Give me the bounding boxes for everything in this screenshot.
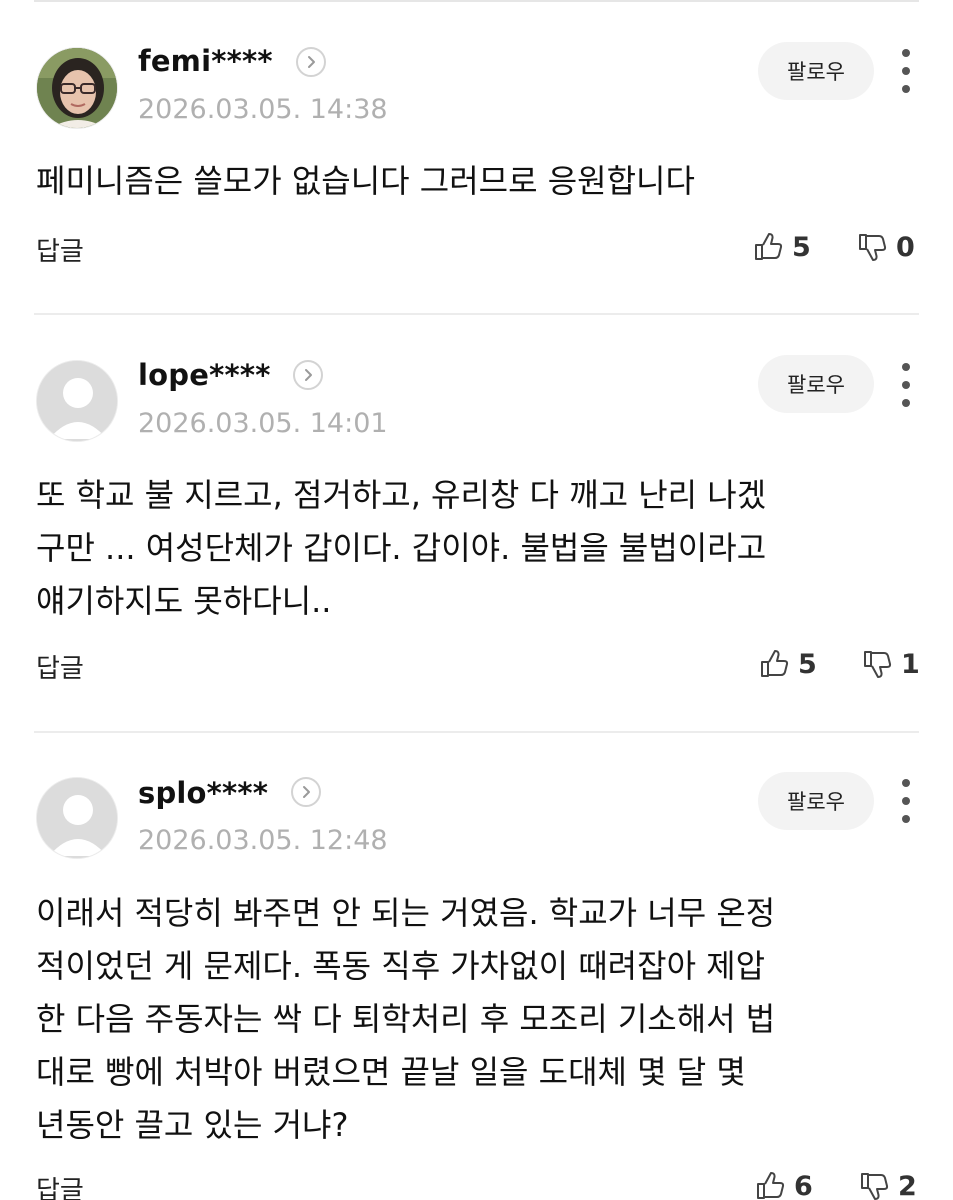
like-button[interactable]: 5: [758, 648, 817, 680]
dislike-button[interactable]: 2: [858, 1170, 917, 1200]
comment-item: lope**** 2026.03.05. 14:01 팔로우 또 학교 불 지르…: [0, 314, 953, 732]
follow-button[interactable]: 팔로우: [758, 772, 874, 830]
reply-button[interactable]: 답글: [36, 648, 84, 685]
thumbs-up-icon: [761, 650, 789, 677]
timestamp: 2026.03.05. 14:01: [138, 408, 388, 439]
profile-chevron-button[interactable]: [296, 47, 326, 77]
more-vertical-icon: [902, 363, 910, 371]
comment-text-line: 이래서 적당히 봐주면 안 되는 거였음. 학교가 너무 온정: [36, 894, 776, 932]
comment-item: splo**** 2026.03.05. 12:48 팔로우 이래서 적당히 봐…: [0, 732, 953, 1200]
comment-text-line: 대로 빵에 처박아 버렸으면 끝날 일을 도대체 몇 달 몇: [36, 1053, 746, 1091]
username[interactable]: lope****: [138, 358, 271, 392]
comment-text-line: 적이었던 게 문제다. 폭동 직후 가차없이 때려잡아 제압: [36, 947, 766, 985]
dislike-count: 2: [898, 1170, 917, 1200]
like-count: 6: [794, 1170, 813, 1200]
comment-text-line: 얘기하지도 못하다니..: [36, 582, 332, 620]
dislike-button[interactable]: 1: [861, 648, 920, 680]
comment-text-line: 구만 ... 여성단체가 갑이다. 갑이야. 불법을 불법이라고: [36, 529, 767, 567]
dislike-count: 0: [896, 231, 915, 263]
comment-item: femi**** 2026.03.05. 14:38 팔로우 페미니즘은 쓸모가…: [0, 0, 953, 314]
more-vertical-icon: [902, 49, 910, 57]
follow-button[interactable]: 팔로우: [758, 355, 874, 413]
thumbs-up-icon: [755, 233, 783, 260]
profile-chevron-button[interactable]: [293, 360, 323, 390]
comment-text-line: 한 다음 주동자는 싹 다 퇴학처리 후 모조리 기소해서 법: [36, 1000, 776, 1038]
comment-list: femi**** 2026.03.05. 14:38 팔로우 페미니즘은 쓸모가…: [0, 0, 953, 1200]
comment-text: 이래서 적당히 봐주면 안 되는 거였음. 학교가 너무 온정 적이었던 게 문…: [36, 887, 896, 1152]
more-options-button[interactable]: [894, 779, 918, 823]
comment-text: 또 학교 불 지르고, 점거하고, 유리창 다 깨고 난리 나겠 구만 ... …: [36, 469, 896, 628]
comment-text-line: 페미니즘은 쓸모가 없습니다 그러므로 응원합니다: [36, 162, 695, 200]
comment-text-line: 년동안 끌고 있는 거냐?: [36, 1106, 349, 1144]
username[interactable]: splo****: [138, 776, 268, 810]
like-count: 5: [798, 648, 817, 680]
profile-chevron-button[interactable]: [291, 777, 321, 807]
avatar[interactable]: [36, 47, 118, 129]
reply-button[interactable]: 답글: [36, 1170, 84, 1200]
thumbs-down-icon: [861, 1173, 889, 1200]
chevron-right-icon: [308, 56, 315, 68]
comment-text: 페미니즘은 쓸모가 없습니다 그러므로 응원합니다: [36, 155, 896, 208]
follow-button[interactable]: 팔로우: [758, 42, 874, 100]
avatar[interactable]: [36, 360, 118, 442]
like-count: 5: [792, 231, 811, 263]
like-button[interactable]: 5: [752, 231, 811, 263]
thumbs-up-icon: [757, 1172, 785, 1199]
comment-text-line: 또 학교 불 지르고, 점거하고, 유리창 다 깨고 난리 나겠: [36, 476, 767, 514]
timestamp: 2026.03.05. 14:38: [138, 94, 388, 125]
more-options-button[interactable]: [894, 363, 918, 407]
dislike-button[interactable]: 0: [856, 231, 915, 263]
timestamp: 2026.03.05. 12:48: [138, 825, 388, 856]
chevron-right-icon: [305, 369, 312, 381]
dislike-count: 1: [901, 648, 920, 680]
chevron-right-icon: [303, 786, 310, 798]
more-options-button[interactable]: [894, 49, 918, 93]
username[interactable]: femi****: [138, 44, 273, 78]
avatar[interactable]: [36, 777, 118, 859]
thumbs-down-icon: [864, 651, 892, 678]
thumbs-down-icon: [859, 234, 887, 261]
reply-button[interactable]: 답글: [36, 231, 84, 268]
like-button[interactable]: 6: [754, 1170, 813, 1200]
more-vertical-icon: [902, 779, 910, 787]
